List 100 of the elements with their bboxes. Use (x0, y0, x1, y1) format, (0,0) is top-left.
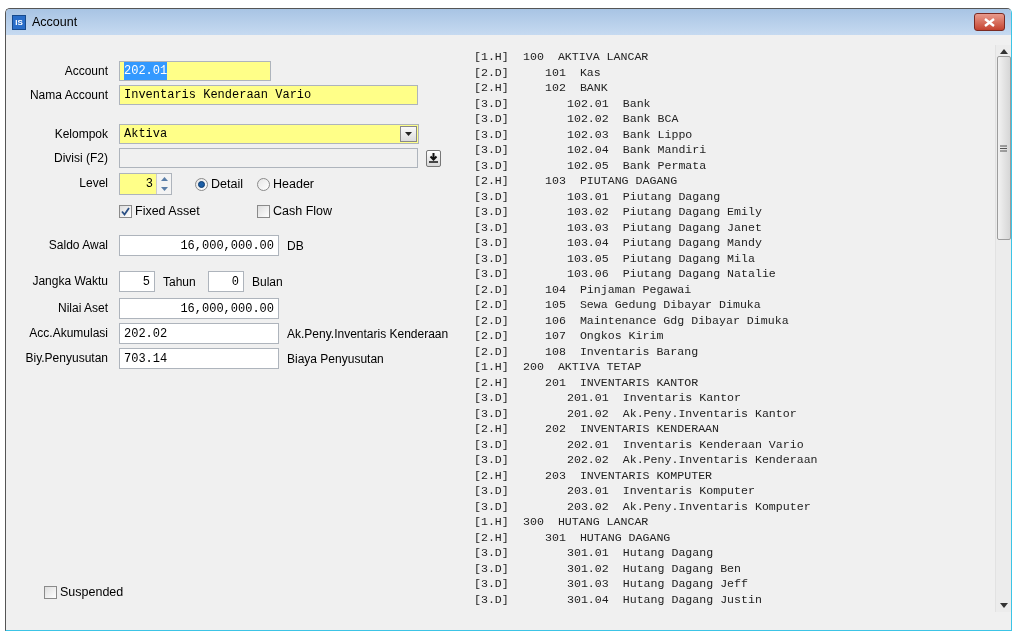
account-code: 201.02 (567, 405, 609, 421)
level-tag: [3.D] (474, 405, 523, 421)
account-code: 301 (545, 529, 566, 545)
level-spinner[interactable]: 3 (119, 173, 172, 195)
account-name: Inventaris Komputer (622, 483, 755, 499)
group-dropdown[interactable]: Aktiva (119, 124, 419, 144)
scroll-up-icon[interactable] (999, 49, 1008, 54)
account-code: 301.03 (567, 576, 609, 592)
account-name: Inventaris Barang (579, 343, 699, 359)
field-label: Jangka Waktu (31, 273, 108, 290)
field-label: Nama Account (28, 87, 108, 104)
radio-button[interactable] (195, 177, 208, 191)
scrollbar[interactable] (995, 45, 1011, 612)
account-code: 103 (545, 173, 566, 189)
name-field[interactable]: Inventaris Kenderaan Vario (119, 85, 418, 105)
account-code: 300 (523, 514, 544, 530)
level-tag: [3.D] (474, 452, 523, 468)
level-tag: [3.D] (474, 576, 523, 592)
account-description: Biaya Penyusutan (287, 350, 384, 368)
level-tag: [2.D] (474, 297, 523, 313)
account-name: Bank Lippo (622, 126, 693, 142)
level-tag: [3.D] (474, 266, 523, 282)
account-name: Sewa Gedung Dibayar Dimuka (579, 297, 761, 313)
level-tag: [3.D] (474, 250, 523, 266)
level-tag: [2.H] (474, 467, 523, 483)
asset-value-field[interactable]: 16,000,000.00 (119, 298, 279, 319)
level-tag: [3.D] (474, 483, 523, 499)
account-name: Piutang Dagang Mandy (622, 235, 762, 251)
checkbox[interactable] (257, 204, 270, 218)
account-code: 107 (545, 328, 566, 344)
close-button[interactable] (974, 13, 1005, 31)
account-code: 103.02 (567, 204, 609, 220)
radio-label[interactable]: Detail (211, 174, 243, 194)
account-name: Bank Mandiri (622, 142, 707, 158)
account-name: Piutang Dagang Janet (622, 219, 762, 235)
account-code: 203.01 (567, 483, 609, 499)
balance-side-text: DB (287, 237, 304, 255)
lookup-button[interactable] (426, 149, 441, 167)
scroll-down-icon[interactable] (999, 603, 1008, 608)
field-label: Divisi (F2) (53, 150, 108, 167)
account-name: Bank BCA (622, 111, 679, 127)
level-tag: [1.H] (474, 49, 523, 65)
expense-account-field[interactable]: 703.14 (119, 348, 279, 369)
account-code: 102.02 (567, 111, 609, 127)
level-tag: [2.D] (474, 312, 523, 328)
level-tag: [2.D] (474, 343, 523, 359)
spin-down-icon[interactable] (160, 187, 168, 191)
account-code: 202.02 (567, 452, 609, 468)
account-name: BANK (579, 80, 608, 96)
account-name: Piutang Dagang Natalie (622, 266, 776, 282)
account-code: 102.04 (567, 142, 609, 158)
field-label: Nilai Aset (56, 300, 108, 317)
radio-button[interactable] (257, 177, 270, 191)
account-name: Pinjaman Pegawai (579, 281, 692, 297)
field-label: Saldo Awal (47, 237, 108, 254)
account-code: 201.01 (567, 390, 609, 406)
account-name: AKTIVA LANCAR (557, 49, 649, 65)
account-code: 105 (545, 297, 566, 313)
scrollbar-thumb[interactable] (996, 56, 1011, 240)
field-label: Kelompok (53, 126, 108, 143)
account-code: 200 (523, 359, 544, 375)
level-tag: [3.D] (474, 235, 523, 251)
account-name: PIUTANG DAGANG (579, 173, 678, 189)
unit-text: Tahun (163, 273, 197, 291)
account-name: INVENTARIS KENDERAAN (579, 421, 720, 437)
field-label: Level (78, 175, 108, 192)
account-name: Bank Permata (622, 157, 707, 173)
account-name: INVENTARIS KOMPUTER (579, 467, 713, 483)
months-field[interactable]: 0 (208, 271, 244, 292)
level-tag: [1.H] (474, 359, 523, 375)
account-name: Ak.Peny.Inventaris Komputer (622, 498, 811, 514)
checkbox[interactable] (119, 204, 132, 218)
account-code: 103.05 (567, 250, 609, 266)
account-code: 100 (523, 49, 544, 65)
account-code: 104 (545, 281, 566, 297)
level-tag: [3.D] (474, 591, 523, 607)
unit-text: Bulan (252, 273, 283, 291)
checkbox-label[interactable]: Suspended (60, 583, 124, 602)
radio-label[interactable]: Header (273, 174, 314, 194)
account-name: Hutang Dagang Jeff (622, 576, 748, 592)
checkbox-label[interactable]: Cash Flow (273, 201, 333, 221)
field-label: Account (63, 63, 108, 80)
accumulation-account-field[interactable]: 202.02 (119, 323, 279, 344)
account-name: Maintenance Gdg Dibayar Dimuka (579, 312, 789, 328)
spin-up-icon[interactable] (160, 177, 168, 181)
level-tag: [3.D] (474, 560, 523, 576)
checkbox-label[interactable]: Fixed Asset (135, 201, 200, 221)
account-code: 201 (545, 374, 566, 390)
window-title: Account (32, 13, 78, 31)
close-icon (984, 17, 995, 27)
balance-field[interactable]: 16,000,000.00 (119, 235, 279, 256)
account-name: Ak.Peny.Inventaris Kenderaan (622, 452, 818, 468)
account-name: Ak.Peny.Inventaris Kantor (622, 405, 797, 421)
account-code: 103.03 (567, 219, 609, 235)
account-name: Ongkos Kirim (579, 328, 664, 344)
account-code: 202 (545, 421, 566, 437)
years-field[interactable]: 5 (119, 271, 155, 292)
checkbox[interactable] (44, 586, 57, 600)
level-tag: [3.D] (474, 436, 523, 452)
account-name: Hutang Dagang (622, 545, 714, 561)
